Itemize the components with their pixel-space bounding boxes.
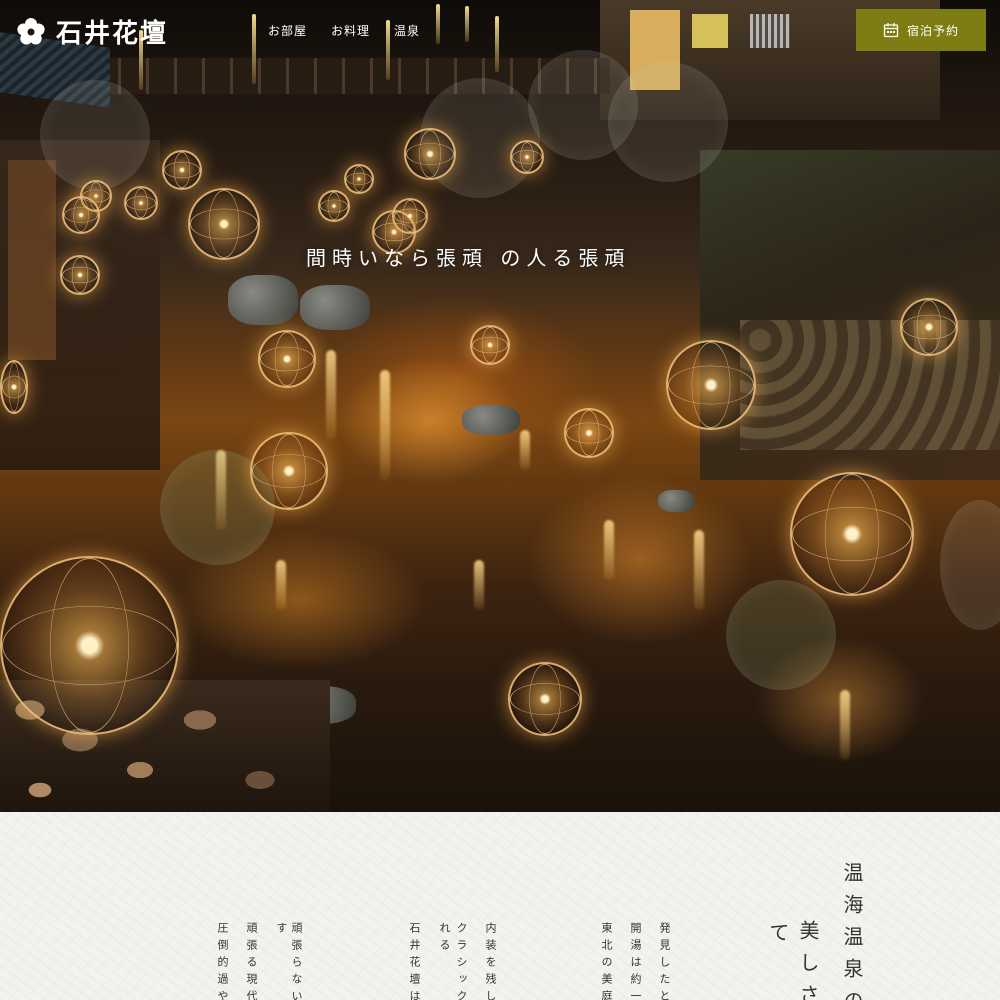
intro-text-column: 石井花壇は — [408, 922, 421, 1000]
bamboo-lantern — [900, 298, 958, 356]
river-rock — [228, 275, 298, 325]
lit-window — [692, 14, 728, 48]
light-reflection — [276, 560, 286, 610]
intro-text-column: 圧倒的過や — [216, 922, 229, 1000]
stone-embankment — [740, 320, 1000, 450]
intro-section: 温海温泉の 美しさ て 発見したと 開湯は約一 東北の美庭 内装を残し クラシッ… — [0, 812, 1000, 1000]
nav-item-hot-spring[interactable]: 温泉 — [394, 22, 420, 39]
bamboo-lantern — [250, 432, 328, 510]
reserve-button[interactable]: 宿泊予約 — [856, 9, 986, 51]
string-light — [495, 16, 499, 72]
bamboo-lantern — [62, 196, 100, 234]
logo-text: 石井花壇 — [56, 19, 169, 49]
intro-text-column: 開湯は約一 — [629, 922, 642, 1000]
reserve-label: 宿泊予約 — [906, 23, 959, 38]
river-rock — [658, 490, 694, 512]
intro-title-line2: 美しさ — [796, 920, 820, 1000]
bamboo-lantern — [258, 330, 316, 388]
light-reflection — [604, 520, 614, 580]
bamboo-lantern — [0, 556, 179, 735]
string-light — [465, 6, 469, 42]
bamboo-lantern — [124, 186, 158, 220]
intro-text-column: 東北の美庭 — [600, 922, 613, 1000]
bamboo-lantern — [162, 150, 202, 190]
bamboo-lantern — [188, 188, 260, 260]
bamboo-lantern — [392, 198, 428, 234]
nav-item-cuisine[interactable]: お料理 — [331, 22, 370, 39]
bamboo-lantern — [470, 325, 510, 365]
string-light — [436, 4, 440, 44]
bamboo-lantern — [564, 408, 614, 458]
bamboo-lantern — [318, 190, 350, 222]
light-reflection — [520, 430, 530, 470]
string-light — [252, 14, 256, 84]
light-reflection — [840, 690, 850, 760]
intro-text-column: れる — [438, 922, 451, 956]
bokeh — [40, 80, 150, 190]
bokeh — [940, 500, 1000, 630]
bamboo-lantern — [60, 255, 100, 295]
bamboo-lantern — [344, 164, 374, 194]
intro-text-column: クラシック — [455, 922, 468, 1000]
bokeh — [608, 62, 728, 182]
intro-text-column: す — [275, 922, 288, 939]
nav-item-rooms[interactable]: お部屋 — [268, 22, 307, 39]
hero-image — [0, 0, 1000, 812]
bokeh — [726, 580, 836, 690]
bamboo-lantern — [508, 662, 582, 736]
intro-title-line3: て — [766, 922, 790, 954]
hero-catch-copy: 間時いなら張頑 の人る張頑 — [306, 246, 631, 270]
bamboo-lantern — [790, 472, 914, 596]
river-rock — [462, 405, 520, 435]
river-rock — [300, 285, 370, 330]
intro-text-column: 発見したと — [658, 922, 671, 1000]
light-reflection — [474, 560, 484, 610]
bamboo-lantern — [0, 360, 28, 414]
light-reflection — [326, 350, 336, 440]
intro-text-column: 頑張らない — [290, 922, 303, 1000]
global-nav: お部屋 お料理 温泉 — [268, 22, 420, 39]
flower-crest-icon — [17, 17, 45, 44]
bamboo-lantern — [510, 140, 544, 174]
intro-title-line1: 温海温泉の — [840, 862, 864, 1000]
lit-window — [750, 14, 790, 48]
bamboo-lantern — [666, 340, 756, 430]
site-logo[interactable]: 石井花壇 — [16, 13, 168, 50]
calendar-icon — [883, 23, 899, 38]
light-reflection — [694, 530, 704, 610]
intro-text-column: 内装を残し — [484, 922, 497, 1000]
light-reflection — [380, 370, 390, 480]
bamboo-lantern — [404, 128, 456, 180]
intro-text-column: 頑張る現代 — [245, 922, 258, 1000]
